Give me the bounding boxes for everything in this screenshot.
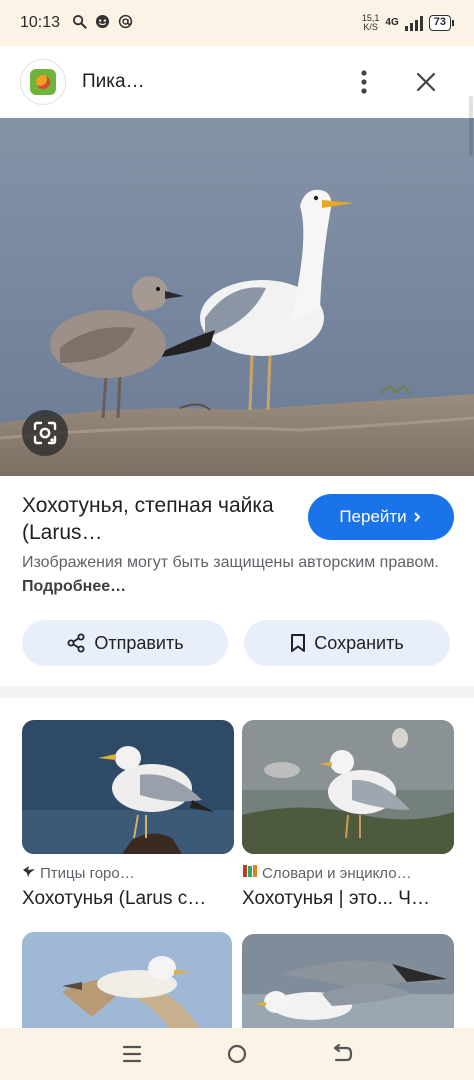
- system-navigation-bar: [0, 1028, 474, 1080]
- main-image[interactable]: [0, 118, 474, 476]
- back-button[interactable]: [322, 1034, 362, 1074]
- site-name[interactable]: Пика…: [82, 71, 145, 93]
- at-icon: [118, 14, 133, 33]
- share-label: Отправить: [94, 632, 184, 653]
- close-button[interactable]: [404, 60, 448, 104]
- search-icon: [72, 14, 87, 33]
- menu-icon: [123, 1045, 142, 1063]
- messenger-icon: [95, 14, 110, 33]
- related-image-source-name: Словари и энцикло…: [262, 864, 412, 882]
- status-bar: 10:13 15,1 K/S 4G 73: [0, 0, 474, 46]
- scrollbar[interactable]: [468, 46, 474, 1028]
- visit-button[interactable]: Перейти: [308, 494, 454, 540]
- google-lens-icon: [33, 421, 57, 445]
- recent-apps-button[interactable]: [112, 1034, 152, 1074]
- more-options-button[interactable]: [342, 60, 386, 104]
- back-icon: [333, 1044, 352, 1062]
- related-image-card[interactable]: Словари и энцикло… Хохотунья | это... Ч…: [242, 720, 454, 910]
- related-image-thumbnail[interactable]: [242, 720, 454, 854]
- related-image-title[interactable]: Хохотунья (Larus c…: [22, 888, 234, 910]
- image-title[interactable]: Хохотунья, степная чайка (Larus…: [22, 492, 302, 546]
- related-image-thumbnail[interactable]: [242, 934, 454, 1032]
- network-speed-unit: K/S: [363, 22, 378, 32]
- learn-more-link[interactable]: Подробнее…: [22, 578, 126, 595]
- related-image-source[interactable]: Словари и энцикло…: [242, 864, 454, 882]
- signal-icon: [404, 15, 423, 31]
- section-divider: [0, 686, 474, 698]
- bird-icon: [22, 864, 36, 882]
- battery-level: 73: [428, 15, 451, 31]
- books-icon: [242, 864, 258, 882]
- network-speed: 15,1 K/S: [362, 14, 380, 32]
- related-image-card[interactable]: Птицы горо… Хохотунья (Larus c…: [22, 720, 234, 910]
- save-label: Сохранить: [314, 632, 404, 653]
- scrollbar-thumb[interactable]: [469, 96, 473, 156]
- site-favicon[interactable]: [20, 59, 66, 105]
- copyright-text: Изображения могут быть защищены авторски…: [22, 554, 439, 571]
- related-image-title[interactable]: Хохотунья | это... Ч…: [242, 888, 454, 910]
- share-icon: [67, 633, 85, 653]
- copyright-notice: Изображения могут быть защищены авторски…: [22, 551, 462, 599]
- google-lens-button[interactable]: [22, 410, 68, 456]
- home-circle-icon: [227, 1044, 247, 1064]
- bookmark-icon: [291, 634, 306, 652]
- network-type: 4G: [385, 17, 399, 28]
- battery-icon: 73: [428, 15, 454, 31]
- related-image-source[interactable]: Птицы горо…: [22, 864, 234, 882]
- close-icon: [416, 72, 436, 92]
- chevron-right-icon: [413, 512, 421, 522]
- visit-button-label: Перейти: [339, 507, 407, 526]
- related-image-thumbnail[interactable]: [22, 720, 234, 854]
- image-viewer-header: Пика…: [0, 46, 474, 118]
- more-vert-icon: [361, 70, 367, 94]
- seagull-photo: [0, 118, 474, 476]
- status-time: 10:13: [20, 14, 61, 31]
- related-image-thumbnail[interactable]: [22, 932, 232, 1032]
- related-image-source-name: Птицы горо…: [40, 864, 135, 882]
- share-button[interactable]: Отправить: [22, 620, 228, 666]
- home-button[interactable]: [217, 1034, 257, 1074]
- save-button[interactable]: Сохранить: [244, 620, 450, 666]
